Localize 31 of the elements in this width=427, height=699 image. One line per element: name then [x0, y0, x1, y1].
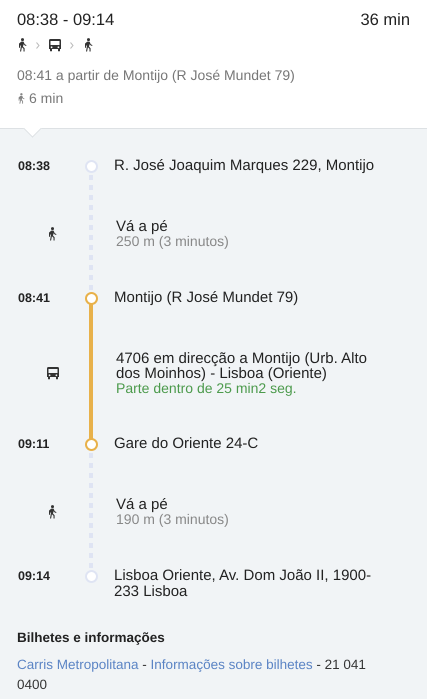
stop-name: R. José Joaquim Marques 229, Montijo [113, 157, 376, 174]
walking-person-icon [47, 505, 57, 519]
section-heading: Bilhetes e informações [17, 629, 166, 647]
link[interactable]: Informações sobre bilhetes [150, 657, 313, 672]
bus-icon [47, 366, 59, 380]
walk-duration: 6 min [29, 89, 64, 107]
route-description: 4706 em direcção a Montijo (Urb. Alto dos Moinhos) - Lisboa (Oriente) [116, 350, 368, 380]
departure-text: 08:41 a partir de Montijo (R José Mundet 79) [17, 66, 296, 84]
departure-countdown: Parte dentro de 25 min2 seg. [116, 380, 297, 396]
trip-times: 08:38 - 09:14 [17, 10, 114, 30]
stop-name: Gare do Oriente 24-C [113, 435, 260, 452]
stop-time: 09:11 [17, 436, 50, 453]
walking-person-icon [83, 38, 93, 52]
tickets-info-text: Carris Metropolitana - Informações sobre bilhetes - 21 041 0400 [17, 656, 367, 694]
step-distance: 250 m (3 minutos) [116, 234, 230, 249]
chevron-icon [36, 42, 40, 48]
step-instruction: Vá a pé [116, 219, 169, 234]
stop-time: 09:14 [17, 568, 50, 585]
stop-time: 08:38 [17, 158, 50, 175]
bus-icon [49, 38, 61, 52]
step-instruction: Vá a pé [116, 497, 169, 512]
stop-name: Lisboa Oriente, Av. Dom João II, 1900-233 Lisboa [113, 567, 372, 600]
chevron-icon [70, 42, 74, 48]
link[interactable]: Carris Metropolitana [17, 657, 139, 672]
walking-person-icon [17, 38, 27, 52]
step-distance: 190 m (3 minutos) [116, 512, 230, 527]
walking-person-icon [47, 227, 57, 241]
stop-name: Montijo (R José Mundet 79) [113, 289, 300, 306]
trip-duration: 36 min [360, 10, 410, 30]
walking-person-icon [17, 92, 25, 104]
stop-time: 08:41 [17, 290, 50, 307]
